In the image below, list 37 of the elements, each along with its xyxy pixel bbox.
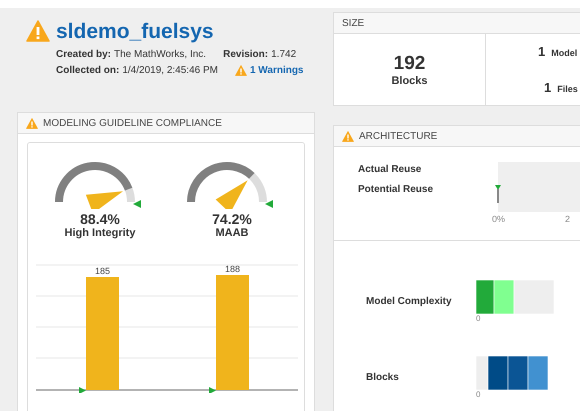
count-value: 1 xyxy=(544,80,552,95)
collected-on-label: Collected on: xyxy=(56,65,120,76)
created-by-value: The MathWorks, Inc. xyxy=(114,49,206,60)
reuse-label: Actual Reuse xyxy=(358,164,422,177)
block-count: 192 xyxy=(394,52,426,74)
axis-tick: 0 xyxy=(476,390,482,398)
target-marker-icon xyxy=(79,387,86,393)
axis-tick: 2 xyxy=(565,214,570,224)
warning-icon xyxy=(26,20,50,42)
warnings-link[interactable]: 1 Warnings xyxy=(250,65,304,76)
target-marker-icon xyxy=(209,387,216,393)
metric-label: Model Complexity xyxy=(365,296,453,306)
axis-tick: 0% xyxy=(492,214,506,224)
warning-icon xyxy=(26,118,38,128)
gauge-value: 88.4% xyxy=(80,211,120,227)
revision-value: 1.742 xyxy=(271,49,296,60)
model-title: sldemo_fuelsys xyxy=(56,20,215,44)
count-label: Files xyxy=(557,84,578,94)
warning-icon xyxy=(234,65,247,76)
bar-value-label: 185 xyxy=(94,266,110,276)
count-label: Model xyxy=(551,48,578,58)
panel-title: MODELING GUIDELINE COMPLIANCE xyxy=(43,118,222,128)
warning-icon xyxy=(342,130,354,142)
revision-label: Revision: xyxy=(223,49,268,60)
panel-title: SIZE xyxy=(342,18,364,28)
collected-on-value: 1/4/2019, 2:45:46 PM xyxy=(122,65,218,76)
gauge-label: High Integrity xyxy=(64,227,136,239)
reuse-label: Potential Reuse xyxy=(358,184,434,197)
block-count-label: Blocks xyxy=(391,74,428,86)
gauge-label: MAAB xyxy=(216,227,248,239)
gauge-value: 74.2% xyxy=(212,211,252,227)
metric-label: Blocks xyxy=(365,372,400,382)
count-value: 1 xyxy=(538,44,546,60)
created-by-label: Created by: xyxy=(56,49,112,60)
panel-title: ARCHITECTURE xyxy=(359,130,438,142)
axis-tick: 0 xyxy=(476,314,482,322)
bar-value-label: 188 xyxy=(224,264,240,274)
